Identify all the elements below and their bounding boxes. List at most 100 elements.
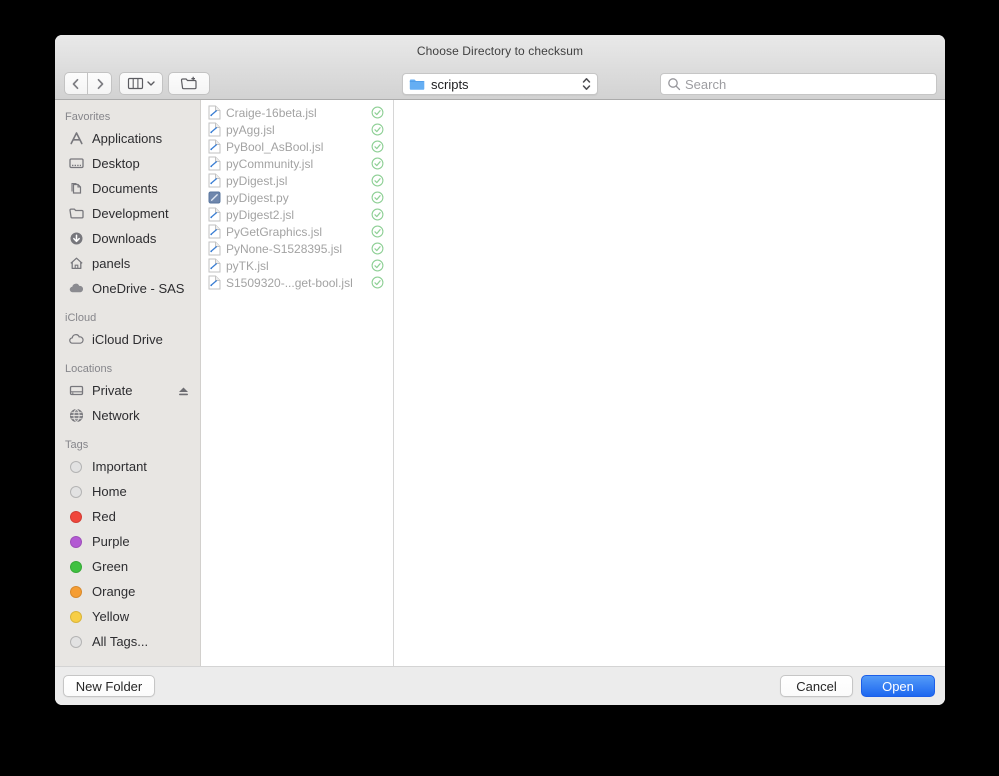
sidebar-item-network[interactable]: Network <box>55 403 200 428</box>
sidebar-item-desktop[interactable]: Desktop <box>55 151 200 176</box>
tag-color-dot <box>70 460 82 473</box>
sidebar-tag-purple[interactable]: Purple <box>55 529 200 554</box>
sidebar-item-documents[interactable]: Documents <box>55 176 200 201</box>
cancel-button[interactable]: Cancel <box>780 675 853 697</box>
sync-status-check-icon <box>371 157 384 170</box>
forward-button[interactable] <box>88 72 112 95</box>
back-button[interactable] <box>64 72 88 95</box>
choose-directory-dialog: Choose Directory to checksum scripts Sea… <box>55 35 945 705</box>
desktop-icon <box>68 155 85 172</box>
file-list-item[interactable]: pyCommunity.jsl <box>201 155 393 172</box>
applications-icon <box>68 130 85 147</box>
chevron-down-icon <box>147 80 155 87</box>
file-name: PyNone-S1528395.jsl <box>226 241 343 256</box>
sidebar-item-icloud-drive[interactable]: iCloud Drive <box>55 327 200 352</box>
column-view-icon <box>127 76 144 91</box>
py-file-icon <box>208 190 221 205</box>
directory-popup-button[interactable]: scripts <box>402 73 598 95</box>
dialog-header: Choose Directory to checksum scripts Sea… <box>55 35 945 100</box>
sidebar-item-label: Private <box>92 383 133 398</box>
sidebar-item-label: Home <box>92 484 127 499</box>
open-button[interactable]: Open <box>861 675 935 697</box>
sidebar-item-label: Development <box>92 206 169 221</box>
jsl-file-icon <box>208 122 221 137</box>
documents-icon <box>68 180 85 197</box>
eject-icon[interactable] <box>177 385 190 397</box>
tag-color-dot <box>70 610 82 623</box>
sidebar-section-icloud: iCloud iCloud Drive <box>55 311 200 352</box>
desktop-background: { "window": { "title": "Choose Directory… <box>0 0 999 776</box>
sync-status-check-icon <box>371 259 384 272</box>
sync-status-check-icon <box>371 276 384 289</box>
sidebar-section-locations: Locations Private Network <box>55 362 200 428</box>
jsl-file-icon <box>208 258 221 273</box>
dialog-content: Favorites Applications Desktop Documents… <box>55 100 945 666</box>
search-field <box>660 73 937 95</box>
sidebar-item-label: Desktop <box>92 156 140 171</box>
home-icon <box>68 255 85 272</box>
sync-status-check-icon <box>371 208 384 221</box>
file-name: PyBool_AsBool.jsl <box>226 139 324 154</box>
sidebar-section-favorites: Favorites Applications Desktop Documents… <box>55 110 200 301</box>
file-list-item[interactable]: pyDigest.jsl <box>201 172 393 189</box>
file-list-item[interactable]: S1509320-...get-bool.jsl <box>201 274 393 291</box>
sidebar-tag-yellow[interactable]: Yellow <box>55 604 200 629</box>
section-label: Tags <box>65 439 89 451</box>
cloud-filled-icon <box>68 280 85 297</box>
hard-drive-icon <box>68 382 85 399</box>
sidebar-item-applications[interactable]: Applications <box>55 126 200 151</box>
section-label: Favorites <box>65 111 111 123</box>
sidebar-item-private[interactable]: Private <box>55 378 200 403</box>
sidebar-item-label: Yellow <box>92 609 130 624</box>
sidebar-tag-important[interactable]: Important <box>55 454 200 479</box>
jsl-file-icon <box>208 156 221 171</box>
sidebar-tag-green[interactable]: Green <box>55 554 200 579</box>
tag-color-dot <box>70 510 82 523</box>
sidebar-tag-all-tags[interactable]: All Tags... <box>55 629 200 654</box>
sidebar-tag-red[interactable]: Red <box>55 504 200 529</box>
file-list-item[interactable]: PyGetGraphics.jsl <box>201 223 393 240</box>
file-list-item[interactable]: pyAgg.jsl <box>201 121 393 138</box>
sidebar-item-label: OneDrive - SAS <box>92 281 185 296</box>
search-input[interactable] <box>685 76 930 92</box>
file-list-item[interactable]: PyNone-S1528395.jsl <box>201 240 393 257</box>
jsl-file-icon <box>208 105 221 120</box>
folder-icon <box>409 78 425 91</box>
sidebar-tag-home[interactable]: Home <box>55 479 200 504</box>
jsl-file-icon <box>208 139 221 154</box>
file-list-item[interactable]: pyDigest2.jsl <box>201 206 393 223</box>
dialog-footer: New Folder Cancel Open <box>55 666 945 705</box>
sync-status-check-icon <box>371 242 384 255</box>
directory-preview-column[interactable] <box>394 100 945 666</box>
new-folder-button[interactable]: New Folder <box>63 675 155 697</box>
new-folder-toolbar-button[interactable] <box>168 72 210 95</box>
sidebar-item-label: Applications <box>92 131 163 146</box>
chevron-right-icon <box>92 76 108 92</box>
section-label: iCloud <box>65 312 97 324</box>
sidebar-item-development[interactable]: Development <box>55 201 200 226</box>
sidebar-item-onedrive[interactable]: OneDrive - SAS <box>55 276 200 301</box>
up-down-chevrons-icon <box>581 76 592 92</box>
file-list-item[interactable]: Craige-16beta.jsl <box>201 104 393 121</box>
sidebar-item-label: iCloud Drive <box>92 332 163 347</box>
sidebar-item-downloads[interactable]: Downloads <box>55 226 200 251</box>
section-label: Locations <box>65 363 113 375</box>
folder-icon <box>68 205 85 222</box>
view-mode-button[interactable] <box>119 72 163 95</box>
sidebar-item-label: Downloads <box>92 231 157 246</box>
tag-color-dot <box>70 535 82 548</box>
downloads-icon <box>68 230 85 247</box>
sidebar: Favorites Applications Desktop Documents… <box>55 100 201 666</box>
file-list-item[interactable]: PyBool_AsBool.jsl <box>201 138 393 155</box>
sync-status-check-icon <box>371 123 384 136</box>
network-globe-icon <box>68 407 85 424</box>
sidebar-tag-orange[interactable]: Orange <box>55 579 200 604</box>
sidebar-item-panels[interactable]: panels <box>55 251 200 276</box>
sync-status-check-icon <box>371 225 384 238</box>
sidebar-item-label: Network <box>92 408 140 423</box>
sidebar-item-label: Purple <box>92 534 130 549</box>
file-list-item[interactable]: pyTK.jsl <box>201 257 393 274</box>
sidebar-item-label: Green <box>92 559 129 574</box>
file-list-item[interactable]: pyDigest.py <box>201 189 393 206</box>
sidebar-item-label: All Tags... <box>92 634 149 649</box>
